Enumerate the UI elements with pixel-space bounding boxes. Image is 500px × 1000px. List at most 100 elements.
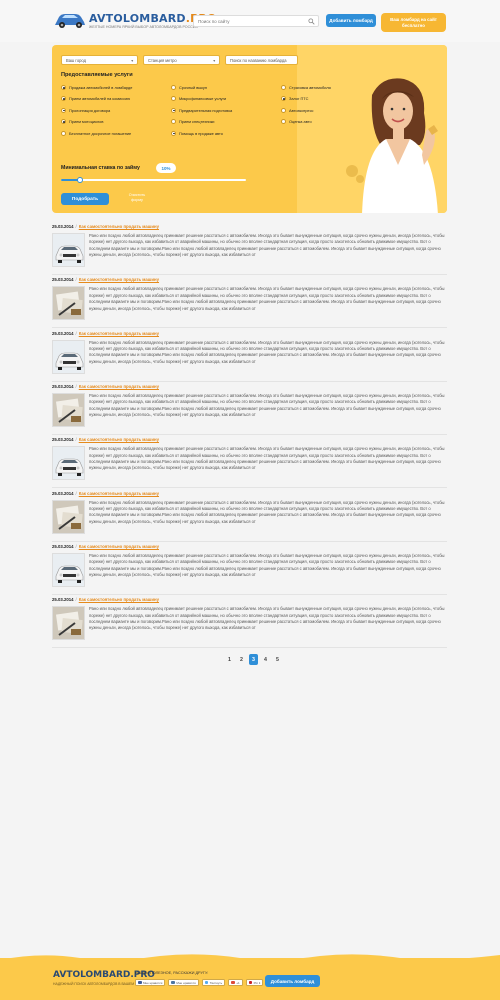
article-title-link[interactable]: Как самостоятельно продать машину — [79, 597, 159, 602]
radio-button[interactable] — [281, 119, 286, 125]
divider — [52, 327, 447, 329]
city-select[interactable]: Ваш город ▼ — [61, 55, 138, 65]
add-pawnshop-button[interactable]: Добавить ломбард — [326, 14, 376, 27]
service-option[interactable]: Прием спецтехники — [171, 119, 214, 125]
separator: / — [75, 437, 77, 443]
divider — [52, 540, 447, 542]
social-share-label: Твитнуть — [209, 980, 223, 985]
divider — [52, 433, 447, 435]
article-thumbnail[interactable] — [52, 286, 85, 321]
site-header: AVTOLOMBARD.PRO ЖЕЛТЫЕ НОМЕРА ЯРКИЙ ВЫБО… — [0, 0, 500, 42]
service-option[interactable]: Микрофинансовые услуги — [171, 96, 226, 102]
article-header: 25.03.2014/Как самостоятельно продать ма… — [52, 224, 159, 229]
radio-button[interactable] — [61, 107, 66, 113]
rate-slider[interactable] — [61, 177, 246, 183]
rate-slider-handle[interactable] — [76, 177, 83, 183]
pagination: 12345 — [225, 654, 282, 665]
social-share-button[interactable]: Мне нравится — [168, 979, 199, 986]
article-title-link[interactable]: Как самостоятельно продать машину — [79, 491, 159, 496]
name-search-input[interactable]: Поиск по названию ломбарда — [225, 55, 298, 65]
page-link[interactable]: 5 — [273, 654, 282, 665]
social-share-title: НАШЛИ ПОЛЕЗНОЕ, РАССКАЖИ ДРУГУ: — [135, 971, 209, 975]
service-option[interactable]: Залог ПТС — [281, 96, 309, 102]
social-share-label: Мне нравится — [143, 980, 163, 985]
radio-button[interactable] — [61, 85, 66, 90]
service-option[interactable]: Пролонгация договора — [61, 107, 110, 113]
radio-button[interactable] — [281, 96, 286, 102]
service-option[interactable]: Прием мотоциклов — [61, 119, 103, 125]
radio-button[interactable] — [61, 96, 66, 102]
separator: / — [75, 543, 77, 549]
article-header: 25.03.2014/Как самостоятельно продать ма… — [52, 437, 159, 442]
documents-photo-icon — [53, 393, 84, 426]
page-link[interactable]: 3 — [249, 654, 258, 665]
documents-photo-icon — [53, 607, 84, 640]
page-link[interactable]: 2 — [237, 654, 246, 665]
separator: / — [75, 277, 77, 283]
service-option[interactable]: Страховка автомобиля — [281, 85, 331, 90]
service-option-label: Залог ПТС — [289, 96, 309, 102]
service-option[interactable]: Бесплатное досрочное погашение — [61, 130, 131, 136]
article-thumbnail[interactable] — [52, 446, 85, 481]
radio-button[interactable] — [171, 107, 176, 113]
service-option[interactable]: Прием автомобилей на комиссию — [61, 96, 130, 102]
social-share-button[interactable]: Твитнуть — [201, 979, 226, 986]
service-option[interactable]: Помощь в продаже авто — [171, 130, 223, 136]
chevron-down-icon: ▼ — [212, 59, 216, 63]
service-option[interactable]: Автоэкспресс — [281, 107, 313, 113]
radio-button[interactable] — [281, 107, 286, 113]
radio-button[interactable] — [171, 130, 176, 136]
pick-button[interactable]: Подобрать — [61, 193, 109, 205]
article-excerpt: Рано или поздно любой автовладелец прини… — [89, 606, 445, 631]
article-thumbnail[interactable] — [52, 392, 85, 427]
article-title-link[interactable]: Как самостоятельно продать машину — [79, 544, 159, 549]
article-title-link[interactable]: Как самостоятельно продать машину — [79, 331, 159, 336]
article-title-link[interactable]: Как самостоятельно продать машину — [79, 224, 159, 229]
search-icon[interactable] — [308, 18, 315, 25]
social-share-button[interactable]: +1 — [228, 979, 243, 986]
article-thumbnail[interactable] — [52, 606, 85, 641]
search-input[interactable] — [198, 18, 298, 25]
article-thumbnail[interactable] — [52, 552, 85, 587]
article-date: 25.03.2014 — [52, 597, 74, 603]
article-excerpt: Рано или поздно любой автовладелец прини… — [89, 392, 445, 418]
article-thumbnail[interactable] — [52, 499, 85, 534]
google-plus-icon — [231, 980, 235, 985]
article-title-link[interactable]: Как самостоятельно продать машину — [79, 384, 159, 389]
article-date: 25.03.2014 — [52, 543, 74, 549]
radio-button[interactable] — [61, 130, 66, 136]
social-share-button[interactable]: Pin it — [245, 979, 264, 986]
article-item: 25.03.2014/Как самостоятельно продать ма… — [52, 384, 447, 436]
article-header: 25.03.2014/Как самостоятельно продать ма… — [52, 384, 159, 389]
service-option[interactable]: Оценка авто — [281, 119, 312, 125]
service-option[interactable]: Срочный выкуп — [171, 85, 207, 90]
radio-button[interactable] — [171, 119, 176, 125]
radio-button[interactable] — [171, 96, 176, 102]
rate-label: Минимальная ставка по займу — [61, 165, 140, 171]
radio-button[interactable] — [61, 119, 66, 125]
article-date: 25.03.2014 — [52, 224, 74, 229]
page-link[interactable]: 1 — [225, 654, 234, 665]
page-link[interactable]: 4 — [261, 654, 270, 665]
footer-add-pawnshop-button[interactable]: Добавить ломбард — [265, 975, 320, 987]
service-option-label: Страховка автомобиля — [289, 85, 331, 90]
site-logo[interactable]: AVTOLOMBARD.PRO ЖЕЛТЫЕ НОМЕРА ЯРКИЙ ВЫБО… — [53, 9, 216, 35]
separator: / — [75, 330, 77, 336]
radio-button[interactable] — [171, 85, 176, 90]
car-photo-icon — [53, 553, 84, 586]
documents-photo-icon — [53, 287, 84, 320]
article-header: 25.03.2014/Как самостоятельно продать ма… — [52, 491, 159, 496]
social-share-button[interactable]: Мне нравится — [135, 979, 166, 986]
radio-button[interactable] — [281, 85, 286, 90]
car-icon — [55, 14, 85, 28]
article-title-link[interactable]: Как самостоятельно продать машину — [79, 277, 159, 282]
article-thumbnail[interactable] — [52, 233, 85, 267]
article-thumbnail[interactable] — [52, 339, 85, 374]
article-title-link[interactable]: Как самостоятельно продать машину — [79, 437, 159, 442]
metro-select[interactable]: Станция метро ▼ — [143, 55, 220, 65]
reset-form-link[interactable]: Очистить форму — [126, 193, 148, 203]
free-listing-button[interactable]: Ваш ломбард на сайт бесплатно — [381, 13, 446, 32]
service-option[interactable]: Продажа автомобилей в ломбарде — [61, 85, 132, 90]
article-item: 25.03.2014/Как самостоятельно продать ма… — [52, 331, 447, 383]
service-option[interactable]: Предварительная подготовка — [171, 107, 232, 113]
